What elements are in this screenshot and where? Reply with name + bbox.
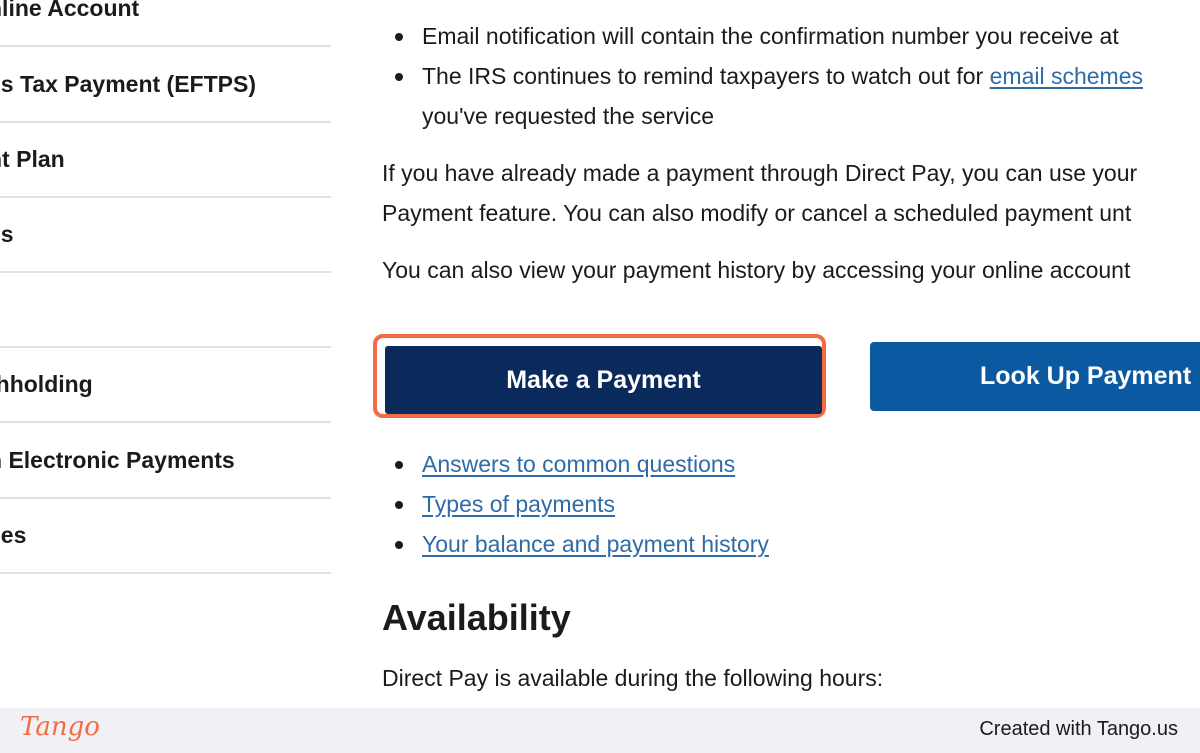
list-item: Types of payments: [422, 484, 615, 524]
paragraph-payment-history: You can also view your payment history b…: [382, 257, 1131, 283]
list-item: Answers to common questions: [422, 444, 735, 484]
sidebar-item-fees[interactable]: es: [0, 198, 331, 273]
sidebar-nav: nline Account ss Tax Payment (EFTPS) nt …: [0, 0, 331, 708]
sidebar-item-electronic-payments[interactable]: n Electronic Payments: [0, 424, 331, 499]
look-up-payment-button[interactable]: Look Up Payment: [870, 342, 1200, 411]
bullet-marker: [395, 501, 403, 509]
bullet-irs-continuation: you've requested the service: [422, 103, 715, 129]
sidebar-item-account[interactable]: t: [0, 273, 331, 348]
bullet-irs-text: The IRS continues to remind taxpayers to…: [422, 63, 990, 89]
availability-heading: Availability: [382, 597, 571, 638]
tango-credit-text: Created with Tango.us: [979, 718, 1178, 740]
sidebar-item-payment-plan[interactable]: nt Plan: [0, 123, 331, 198]
sidebar-item-eftps[interactable]: ss Tax Payment (EFTPS): [0, 48, 331, 123]
sidebar-item-label: nt Plan: [0, 146, 65, 172]
availability-text: Direct Pay is available during the follo…: [382, 665, 884, 691]
tango-logo: Tango: [20, 712, 100, 742]
sidebar-item-fees-2[interactable]: ees: [0, 499, 331, 574]
sidebar-item-label: ss Tax Payment (EFTPS): [0, 71, 256, 97]
sidebar-item-label: es: [0, 221, 14, 247]
paragraph-direct-pay-line2: Payment feature. You can also modify or …: [382, 200, 1132, 226]
sidebar-item-label: nline Account: [0, 0, 140, 21]
bullet-email-notification: Email notification will contain the conf…: [422, 23, 1119, 49]
highlight-frame: Make a Payment: [373, 334, 826, 418]
sidebar-item-online-account[interactable]: nline Account: [0, 0, 331, 47]
answers-common-questions-link[interactable]: Answers to common questions: [422, 451, 735, 477]
email-schemes-link[interactable]: email schemes: [990, 63, 1143, 89]
bullet-marker: [395, 73, 403, 81]
bullet-marker: [395, 541, 403, 549]
sidebar-item-withholding[interactable]: thholding: [0, 348, 331, 423]
bullet-irs-reminder: The IRS continues to remind taxpayers to…: [422, 56, 1143, 96]
balance-payment-history-link[interactable]: Your balance and payment history: [422, 531, 769, 557]
sidebar-item-label: ees: [0, 522, 27, 548]
paragraph-direct-pay-line1: If you have already made a payment throu…: [382, 160, 1138, 186]
bullet-marker: [395, 33, 403, 41]
page-viewport: nline Account ss Tax Payment (EFTPS) nt …: [0, 0, 1200, 708]
list-item: Your balance and payment history: [422, 524, 769, 564]
bullet-marker: [395, 461, 403, 469]
sidebar-item-label: n Electronic Payments: [0, 447, 235, 473]
sidebar-item-label: thholding: [0, 371, 93, 397]
tango-footer: Tango Created with Tango.us: [0, 708, 1200, 753]
make-payment-button[interactable]: Make a Payment: [385, 346, 822, 414]
types-of-payments-link[interactable]: Types of payments: [422, 491, 615, 517]
